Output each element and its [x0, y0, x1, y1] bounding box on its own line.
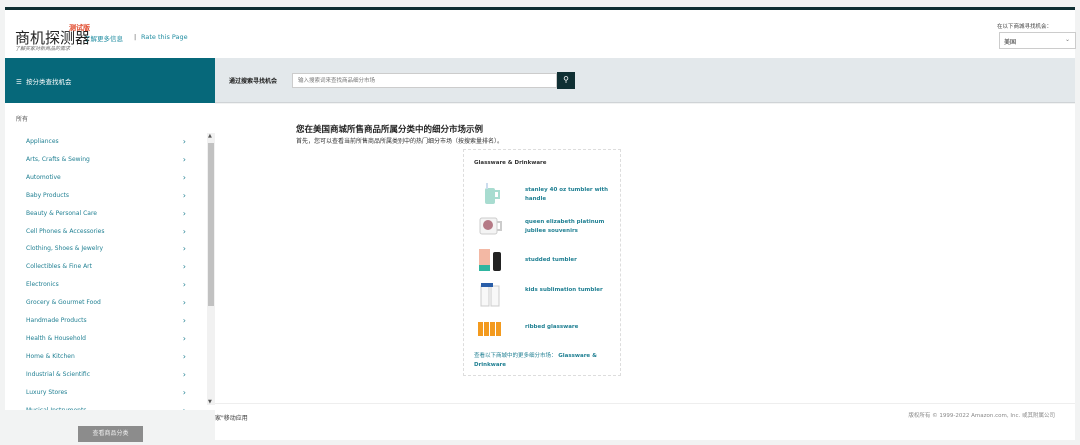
chevron-right-icon: › — [182, 208, 186, 218]
search-icon: ⚲ — [563, 75, 569, 84]
sidebar-item[interactable]: Automotive › — [26, 172, 186, 182]
search-label: 通过搜索寻找机会 — [229, 78, 278, 85]
beta-badge: 测试版 — [69, 24, 90, 32]
niche-card: Glassware & Drinkware stanley 40 oz tumb… — [463, 149, 621, 376]
niche-link[interactable]: ribbed glassware — [525, 323, 615, 332]
ribbed-glasses-image — [478, 322, 501, 336]
sidebar-item[interactable]: Industrial & Scientific › — [26, 369, 186, 379]
chevron-right-icon: › — [182, 154, 186, 164]
niche-item[interactable]: studded tumbler — [474, 246, 614, 276]
niche-link[interactable]: stanley 40 oz tumbler with handle — [525, 186, 615, 204]
niche-link[interactable]: queen elizabeth platinum jubilee souveni… — [525, 218, 615, 236]
rate-page-link[interactable]: Rate this Page — [141, 33, 188, 41]
sidebar-item-label: Health & Household — [26, 334, 86, 342]
chevron-right-icon: › — [182, 244, 186, 254]
tumbler-box-image — [479, 249, 501, 271]
all-label: 所有 — [16, 116, 29, 123]
sidebar-item-label: Home & Kitchen — [26, 352, 75, 360]
sublimation-tumbler-image — [480, 283, 500, 307]
chevron-right-icon: › — [182, 405, 186, 411]
sidebar-item-label: Electronics — [26, 281, 59, 289]
scrollbar-thumb[interactable] — [208, 143, 214, 306]
sidebar-item[interactable]: Collectibles & Fine Art › — [26, 262, 186, 272]
niche-item[interactable]: stanley 40 oz tumbler with handle — [474, 180, 614, 210]
search-input[interactable] — [292, 73, 557, 88]
chevron-right-icon: › — [182, 280, 186, 290]
niche-link[interactable]: studded tumbler — [525, 256, 615, 265]
sidebar-item-label: Industrial & Scientific — [26, 370, 90, 378]
chevron-right-icon: › — [182, 351, 186, 361]
sidebar-item[interactable]: Grocery & Gourmet Food › — [26, 298, 186, 308]
sidebar-item[interactable]: Appliances › — [26, 137, 186, 146]
sidebar: 所有 Appliances › Arts, Crafts & Sewing › Auto… — [5, 103, 215, 410]
niche-link[interactable]: kids sublimation tumbler — [525, 286, 615, 295]
sidebar-item-label: Handmade Products — [26, 317, 87, 324]
chevron-right-icon: › — [182, 316, 186, 325]
chevron-right-icon: › — [182, 172, 186, 182]
header: 商机探测器 测试版 了解更多信息 | Rate this Page 了解买家对新商… — [5, 10, 1076, 58]
sidebar-item-label: Musical Instruments — [26, 406, 87, 411]
sidebar-item[interactable]: Electronics › — [26, 280, 186, 290]
chevron-right-icon: › — [182, 387, 186, 397]
niche-item[interactable]: ribbed glassware — [474, 313, 614, 343]
sidebar-item[interactable]: Clothing, Shoes & Jewelry › — [26, 244, 186, 254]
sidebar-item-label: Automotive — [26, 173, 61, 181]
copyright: 版权所有 © 1999-2022 Amazon.com, Inc. 或其附属公司 — [908, 413, 1055, 419]
chevron-right-icon: › — [182, 190, 186, 200]
chevron-down-icon: ⌄ — [1064, 36, 1070, 43]
sidebar-item-label: Clothing, Shoes & Jewelry — [26, 245, 104, 253]
niche-item[interactable]: queen elizabeth platinum jubilee souveni… — [474, 212, 614, 242]
chevron-right-icon: › — [182, 262, 186, 272]
sidebar-item[interactable]: Luxury Stores › — [26, 387, 186, 397]
chevron-right-icon: › — [182, 369, 186, 379]
sidebar-item-label: Grocery & Gourmet Food — [26, 299, 101, 307]
sidebar-item-label: Luxury Stores — [26, 388, 68, 396]
sidebar-item-label: Arts, Crafts & Sewing — [26, 155, 90, 163]
more-niches-link[interactable]: 查看以下商城中的更多细分市场： Glassware & Drinkware — [474, 352, 614, 370]
search-band: 通过搜索寻找机会 ⚲ — [215, 58, 1075, 103]
chevron-right-icon: › — [182, 333, 186, 343]
chevron-right-icon: › — [182, 226, 186, 236]
sidebar-item-label: Cell Phones & Accessories — [26, 227, 105, 235]
sidebar-item[interactable]: Musical Instruments › — [26, 405, 186, 411]
sidebar-item[interactable]: Arts, Crafts & Sewing › — [26, 154, 186, 164]
sidebar-item-label: Appliances — [26, 138, 59, 145]
category-nav-header: ☰ 按分类查找机会 — [5, 58, 215, 103]
main-content: 您在美国商城所售商品所属分类中的细分市场示例 首先，您可以查看当前所售商品所属类… — [215, 104, 1075, 403]
sidebar-item-label: Baby Products — [26, 191, 69, 199]
sidebar-item[interactable]: Health & Household › — [26, 333, 186, 343]
sidebar-item-label: Beauty & Personal Care — [26, 209, 97, 217]
sidebar-item[interactable]: Cell Phones & Accessories › — [26, 226, 186, 236]
subtitle: 了解买家对新商品的需求 — [15, 46, 71, 52]
intro-text: 首先，您可以查看当前所售商品所属类别中的热门细分市场（按搜索量排名）。 — [296, 138, 504, 145]
page-heading: 您在美国商城所售商品所属分类中的细分市场示例 — [296, 125, 484, 135]
chevron-right-icon: › — [182, 298, 186, 308]
scrollbar[interactable]: ▲ ▼ — [207, 133, 215, 405]
scroll-up-icon[interactable]: ▲ — [208, 133, 212, 139]
category-nav-title: 按分类查找机会 — [25, 78, 72, 86]
niche-item[interactable]: kids sublimation tumbler — [474, 280, 614, 310]
learn-more-link[interactable]: 了解更多信息 — [84, 33, 123, 43]
menu-icon: ☰ — [16, 78, 22, 86]
marketplace-select[interactable]: 美国 ⌄ — [999, 32, 1076, 49]
chevron-right-icon: › — [182, 137, 186, 146]
mug-image — [479, 217, 502, 235]
teal-tumbler-image — [485, 183, 500, 204]
sidebar-item-label: Collectibles & Fine Art — [26, 263, 92, 271]
view-categories-button[interactable]: 查看商品分类 — [78, 426, 143, 442]
sidebar-item[interactable]: Beauty & Personal Care › — [26, 208, 186, 218]
marketplace-label: 在以下商城寻找机会： — [997, 24, 1053, 30]
scroll-down-icon[interactable]: ▼ — [208, 399, 212, 405]
sidebar-item[interactable]: Handmade Products › — [26, 316, 186, 325]
separator: | — [134, 33, 137, 41]
sidebar-item[interactable]: Baby Products › — [26, 190, 186, 200]
card-title: Glassware & Drinkware — [474, 160, 547, 166]
footer: 家"移动应用 版权所有 © 1999-2022 Amazon.com, Inc.… — [215, 403, 1075, 440]
search-button[interactable]: ⚲ — [557, 72, 575, 89]
sidebar-item[interactable]: Home & Kitchen › — [26, 351, 186, 361]
mobile-app-link[interactable]: 家"移动应用 — [215, 413, 248, 422]
